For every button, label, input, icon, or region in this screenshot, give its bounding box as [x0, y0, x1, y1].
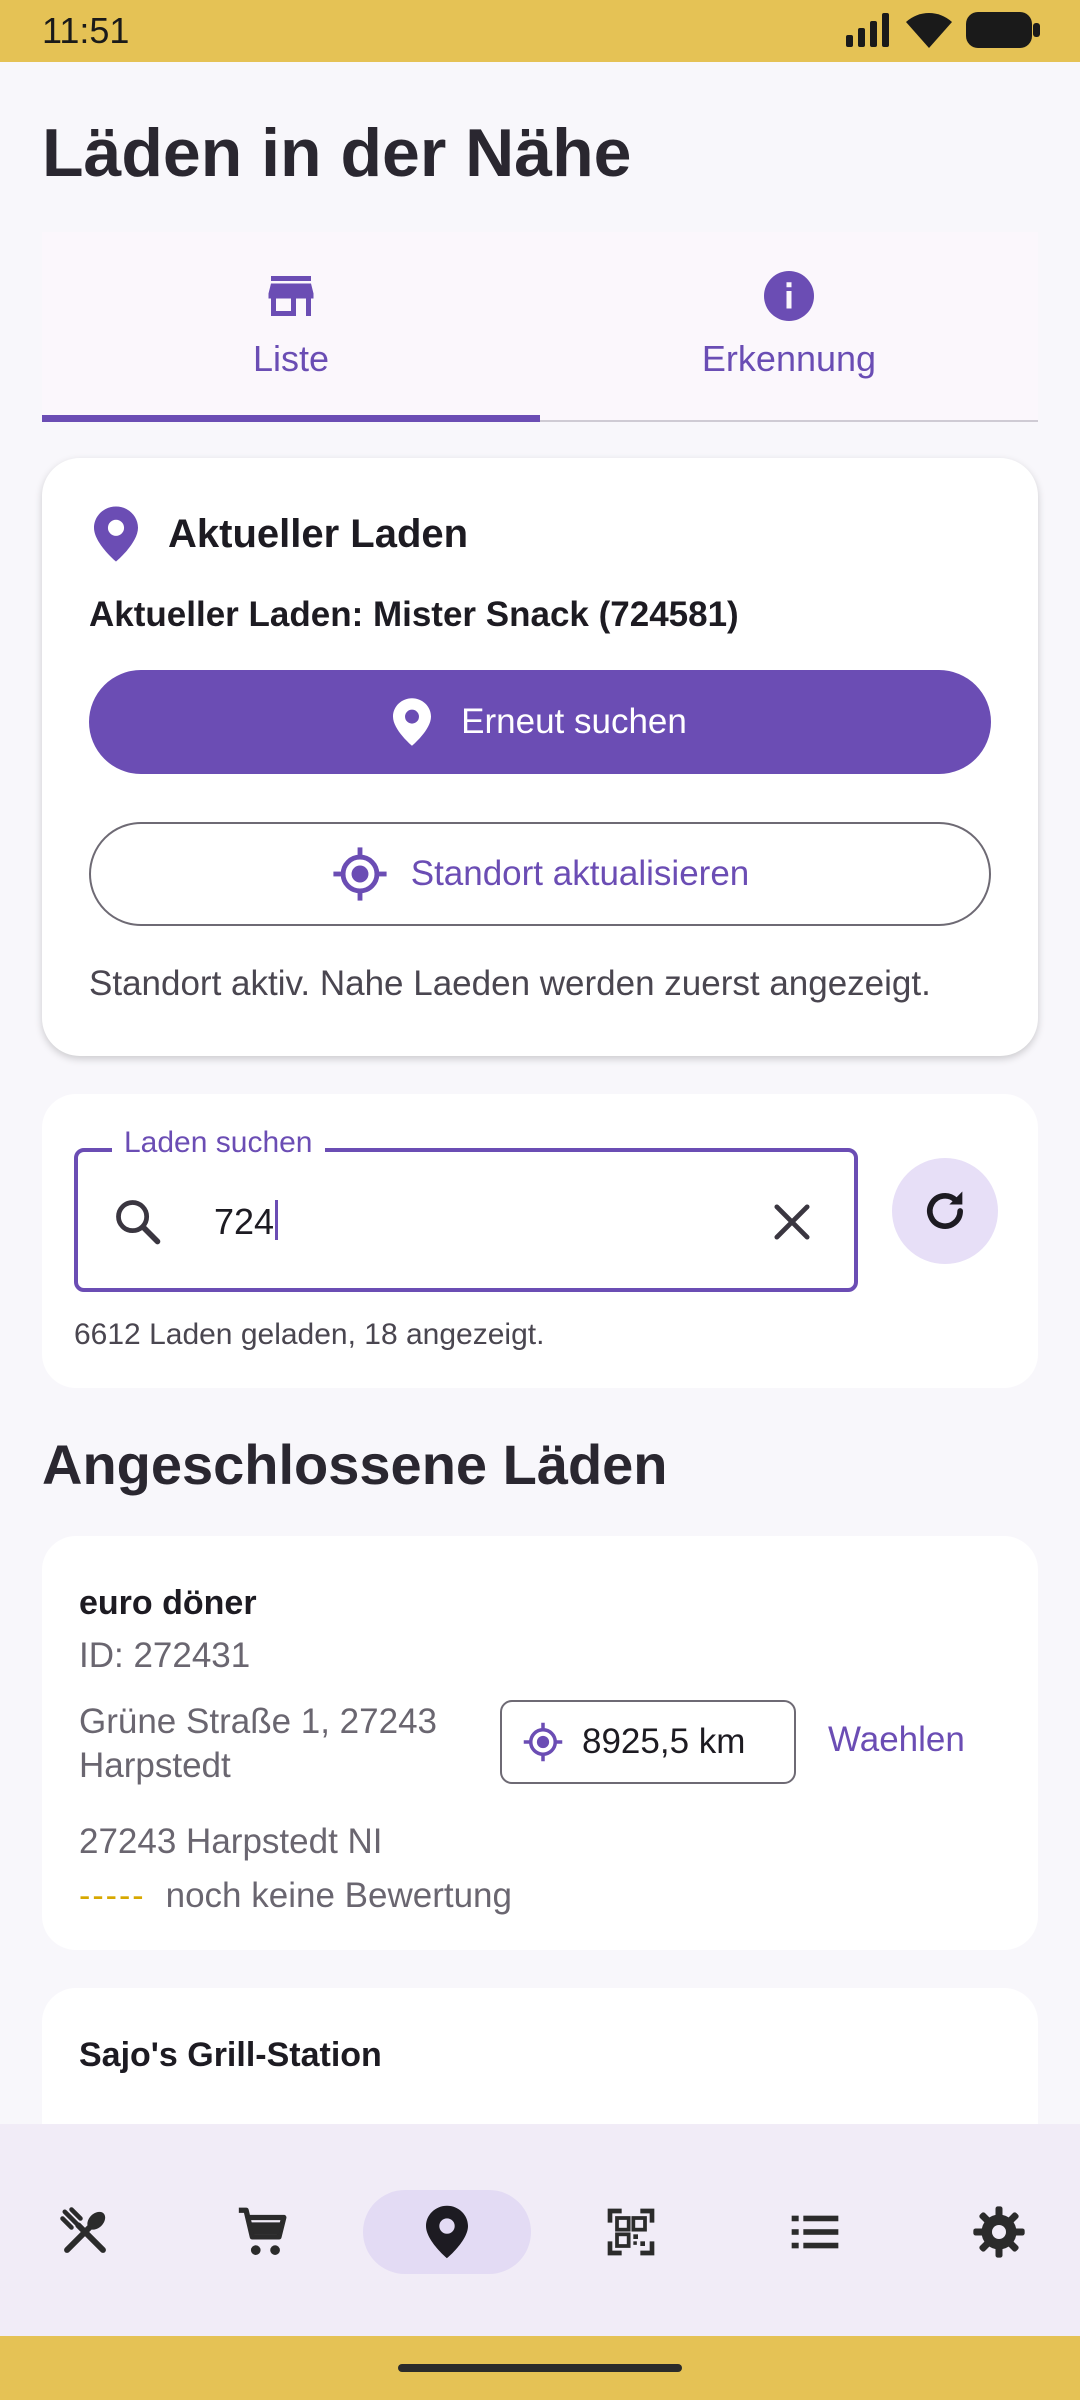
location-pin-icon: [94, 506, 138, 562]
search-input[interactable]: Laden suchen 724: [74, 1126, 858, 1292]
gesture-handle[interactable]: [398, 2364, 682, 2372]
status-icons: [846, 12, 1040, 48]
store-rating: ----- noch keine Bewertung: [79, 1876, 512, 1916]
store-city: 27243 Harpstedt NI: [79, 1822, 383, 1861]
tab-label-recognition: Erkennung: [701, 338, 877, 379]
store-name: Sajo's Grill-Station: [79, 2036, 382, 2074]
store-name: euro döner: [79, 1584, 257, 1622]
choose-store-button[interactable]: Waehlen: [828, 1720, 965, 1760]
my-location-icon: [523, 1722, 563, 1762]
location-status-text: Standort aktiv. Nahe Laeden werden zuers…: [89, 964, 931, 1003]
info-icon: [764, 271, 814, 321]
current-store-card: Aktueller Laden Aktueller Laden: Mister …: [42, 458, 1038, 1056]
store-card: euro döner ID: 272431 Grüne Straße 1, 27…: [42, 1536, 1038, 1950]
refresh-button[interactable]: [892, 1158, 998, 1264]
restaurant-icon: [60, 2207, 106, 2253]
distance-chip: 8925,5 km: [500, 1700, 796, 1784]
close-icon[interactable]: [766, 1196, 818, 1248]
search-again-label: Erneut suchen: [461, 702, 687, 741]
page: Läden in der Nähe Liste Erkennung Aktuel…: [0, 62, 1080, 2124]
page-title: Läden in der Nähe: [42, 115, 632, 191]
tab-recognition[interactable]: Erkennung: [540, 232, 1038, 422]
update-location-button[interactable]: Standort aktualisieren: [89, 822, 991, 926]
update-location-label: Standort aktualisieren: [410, 854, 750, 893]
search-card: Laden suchen 724 6612 Laden geladen, 18 …: [42, 1094, 1038, 1388]
rating-text: noch keine Bewertung: [165, 1876, 512, 1915]
search-value[interactable]: 724: [214, 1200, 279, 1243]
my-location-icon: [333, 847, 387, 901]
tab-label-list: Liste: [252, 338, 330, 379]
tab-indicator: [42, 415, 540, 422]
status-bar: 11:51: [0, 0, 1080, 62]
list-icon: [791, 2215, 839, 2249]
distance-value: 8925,5 km: [582, 1722, 746, 1761]
nav-item-meals[interactable]: [0, 2190, 170, 2274]
gesture-bar: [0, 2336, 1080, 2400]
section-title: Angeschlossene Läden: [42, 1433, 668, 1496]
wifi-icon: [906, 13, 952, 48]
store-address: Grüne Straße 1, 27243 Harpstedt: [79, 1702, 437, 1785]
rating-stars: -----: [79, 1876, 146, 1915]
nav-item-cart[interactable]: [178, 2190, 348, 2274]
battery-icon: [966, 12, 1040, 48]
bottom-navigation: [0, 2124, 1080, 2336]
nav-item-settings[interactable]: [914, 2190, 1080, 2274]
search-icon: [116, 1200, 161, 1245]
current-store-title: Aktueller Laden: [168, 511, 469, 556]
current-store-subtitle: Aktueller Laden: Mister Snack (724581): [89, 595, 739, 634]
nav-item-nearby-stores[interactable]: [362, 2190, 532, 2274]
refresh-icon: [927, 1191, 963, 1229]
tab-bar: Liste Erkennung: [42, 232, 1038, 422]
nav-item-list[interactable]: [730, 2190, 900, 2274]
text-caret: [275, 1200, 279, 1240]
nav-item-scan[interactable]: [546, 2190, 716, 2274]
search-result-count: 6612 Laden geladen, 18 angezeigt.: [74, 1318, 545, 1351]
settings-icon: [973, 2206, 1025, 2258]
cart-icon: [238, 2207, 287, 2255]
status-time: 11:51: [42, 10, 130, 51]
location-pin-icon: [393, 698, 432, 746]
signal-icon: [846, 13, 889, 47]
tab-list[interactable]: Liste: [42, 232, 540, 422]
store-id: ID: 272431: [79, 1636, 251, 1675]
store-card: Sajo's Grill-Station: [42, 1988, 1038, 2124]
location-pin-icon: [426, 2205, 468, 2259]
current-store-heading: Aktueller Laden: [94, 506, 468, 562]
store-icon: [268, 276, 314, 316]
search-label: Laden suchen: [112, 1126, 325, 1160]
search-again-button[interactable]: Erneut suchen: [89, 670, 991, 774]
qr-code-icon: [607, 2208, 655, 2256]
